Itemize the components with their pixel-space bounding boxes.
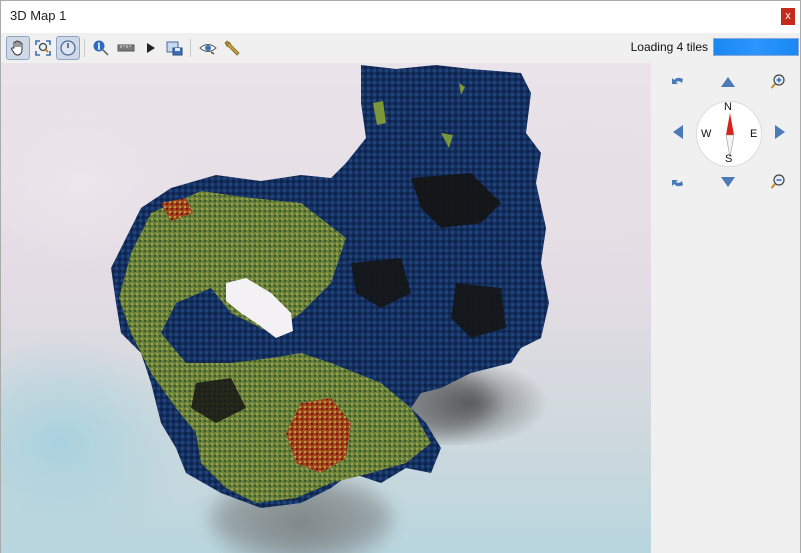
svg-text:i: i bbox=[97, 43, 101, 53]
terrain-render bbox=[111, 65, 549, 553]
title-bar[interactable]: 3D Map 1 x bbox=[1, 1, 800, 33]
close-button[interactable]: x bbox=[781, 8, 795, 25]
measure-ruler-icon bbox=[117, 44, 135, 52]
measure-line-button[interactable] bbox=[114, 36, 138, 60]
loading-status: Loading 4 tiles bbox=[630, 40, 708, 54]
save-image-icon bbox=[166, 41, 183, 56]
window-title: 3D Map 1 bbox=[10, 8, 67, 23]
arrow-left-icon bbox=[673, 125, 683, 139]
eye-icon bbox=[199, 44, 217, 55]
loading-progress-bar bbox=[713, 38, 799, 56]
move-right-button[interactable] bbox=[771, 123, 789, 141]
arrow-right-icon bbox=[775, 125, 785, 139]
arrow-down-icon bbox=[721, 177, 735, 187]
move-left-button[interactable] bbox=[669, 123, 687, 141]
navigation-panel: N S E W bbox=[651, 63, 800, 553]
arrow-up-icon bbox=[721, 77, 735, 87]
wrench-icon bbox=[224, 40, 240, 56]
zoom-in-button[interactable] bbox=[769, 73, 787, 91]
rotate-left-button[interactable] bbox=[669, 73, 687, 91]
3d-map-window: 3D Map 1 x i Loading 4 tiles N S E W bbox=[0, 0, 801, 553]
save-as-image-button[interactable] bbox=[162, 36, 186, 60]
zoom-full-button[interactable] bbox=[31, 36, 55, 60]
rotate-counterclockwise-icon bbox=[672, 77, 683, 84]
zoom-out-button[interactable] bbox=[769, 173, 787, 191]
map-toolbar: i Loading 4 tiles bbox=[1, 33, 800, 63]
zoom-in-icon bbox=[770, 74, 785, 89]
navigation-compass-icon bbox=[60, 40, 76, 56]
rotate-right-button[interactable] bbox=[669, 173, 687, 191]
camera-view-button[interactable] bbox=[196, 36, 220, 60]
compass-south-label: S bbox=[725, 153, 733, 165]
move-up-button[interactable] bbox=[719, 73, 737, 91]
progress-fill bbox=[714, 39, 798, 55]
toolbar-separator bbox=[84, 39, 85, 57]
rotate-clockwise-icon bbox=[672, 180, 683, 187]
compass-west-label: W bbox=[701, 128, 712, 140]
toolbar-separator bbox=[190, 39, 191, 57]
pan-camera-button[interactable] bbox=[6, 36, 30, 60]
compass[interactable]: N S E W bbox=[696, 101, 762, 167]
hand-icon bbox=[11, 40, 23, 56]
identify-button[interactable]: i bbox=[89, 36, 113, 60]
toggle-navigation-button[interactable] bbox=[56, 36, 80, 60]
compass-north-label: N bbox=[724, 101, 732, 113]
identify-icon: i bbox=[93, 40, 109, 56]
3d-map-canvas[interactable] bbox=[1, 63, 651, 553]
play-icon bbox=[147, 43, 155, 53]
animations-button[interactable] bbox=[138, 36, 162, 60]
move-down-button[interactable] bbox=[719, 173, 737, 191]
compass-east-label: E bbox=[750, 128, 758, 140]
zoom-out-icon bbox=[770, 174, 785, 189]
zoom-full-icon bbox=[35, 40, 51, 56]
configure-button[interactable] bbox=[220, 36, 244, 60]
